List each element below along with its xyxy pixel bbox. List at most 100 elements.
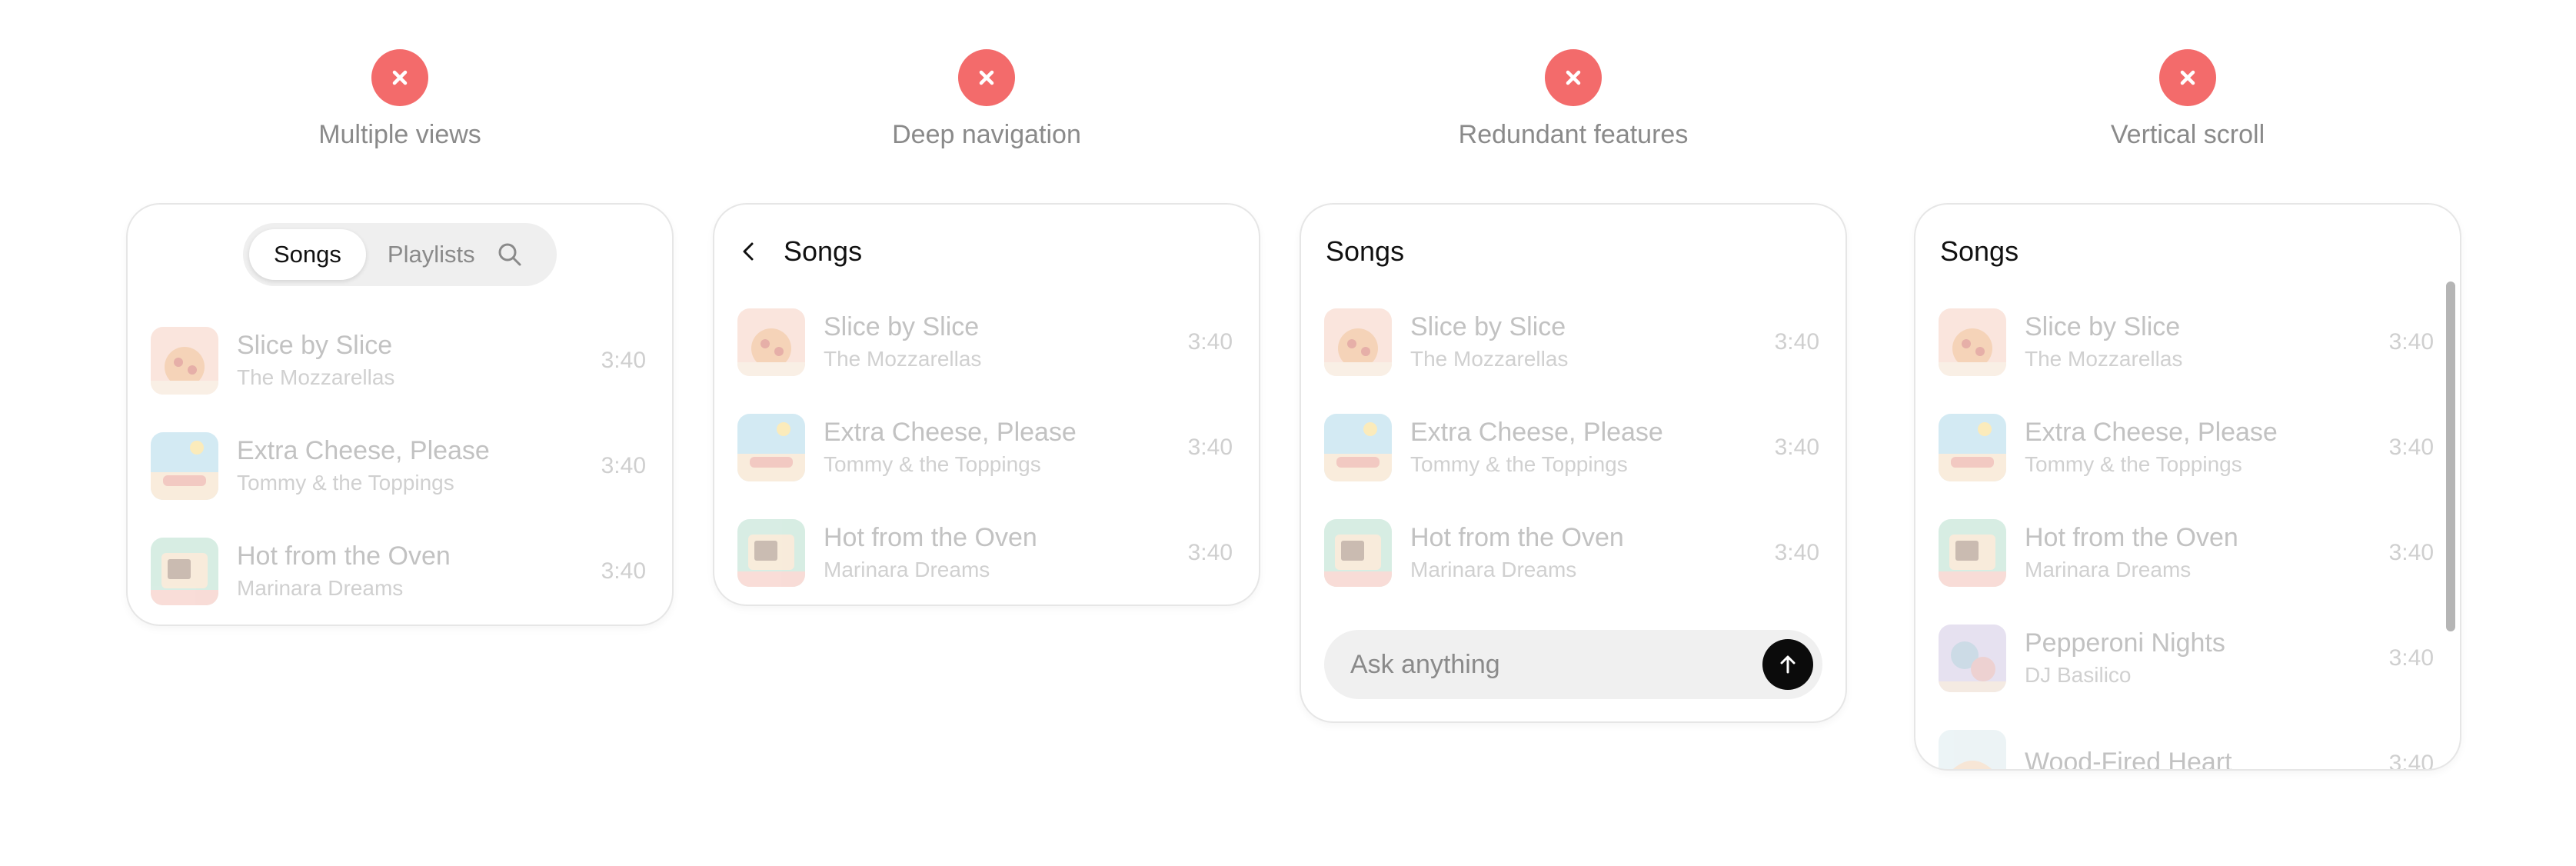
song-row[interactable]: Hot from the Oven Marinara Dreams 3:40 xyxy=(1324,500,1822,605)
song-row[interactable]: Slice by Slice The Mozzarellas 3:40 xyxy=(737,289,1236,395)
song-title: Slice by Slice xyxy=(1410,311,1566,341)
song-row[interactable]: Hot from the Oven Marinara Dreams 3:40 xyxy=(151,518,649,624)
song-title: Extra Cheese, Please xyxy=(1410,417,1663,447)
song-list: Slice by Slice The Mozzarellas 3:40 Extra… xyxy=(1324,289,1822,605)
song-title: Hot from the Oven xyxy=(1410,522,1624,552)
song-duration: 3:40 xyxy=(1774,328,1819,355)
album-art-oven xyxy=(1939,518,2006,587)
album-art-beach xyxy=(151,431,218,500)
album-art-oven xyxy=(1324,518,1392,587)
song-duration: 3:40 xyxy=(2388,434,2434,460)
song-artist: The Mozzarellas xyxy=(237,365,395,389)
album-art-wood-fired xyxy=(1939,729,2006,769)
album-art-oven xyxy=(737,518,805,587)
page-title: Songs xyxy=(1940,235,2019,267)
album-art-beach xyxy=(1939,413,2006,481)
chevron-left-icon[interactable] xyxy=(739,236,770,267)
song-artist: Tommy & the Toppings xyxy=(237,470,454,495)
tab-playlists[interactable]: Playlists xyxy=(366,241,497,268)
scrollbar[interactable] xyxy=(2446,281,2455,631)
song-row[interactable]: Slice by Slice The Mozzarellas 3:40 xyxy=(1324,289,1822,395)
song-artist: Tommy & the Toppings xyxy=(824,451,1041,476)
x-icon xyxy=(958,49,1015,106)
stage: Multiple views Songs Playlists Slice by … xyxy=(0,0,2576,866)
caption: Vertical scroll xyxy=(2110,120,2265,149)
song-row[interactable]: Extra Cheese, Please Tommy & the Toppings… xyxy=(1324,395,1822,500)
song-title: Extra Cheese, Please xyxy=(824,417,1077,447)
send-button[interactable] xyxy=(1762,639,1813,690)
song-artist: Marinara Dreams xyxy=(2025,557,2192,581)
song-row[interactable]: Pepperoni Nights DJ Basilico 3:40 xyxy=(1939,605,2437,711)
song-row[interactable]: Wood-Fired Heart 3:40 xyxy=(1939,711,2437,771)
song-row[interactable]: Slice by Slice The Mozzarellas 3:40 xyxy=(151,308,649,413)
header: Songs xyxy=(739,232,862,271)
song-row[interactable]: Slice by Slice The Mozzarellas 3:40 xyxy=(1939,289,2437,395)
song-duration: 3:40 xyxy=(601,452,646,478)
song-duration: 3:40 xyxy=(2388,328,2434,355)
song-duration: 3:40 xyxy=(601,347,646,373)
song-artist: DJ Basilico xyxy=(2025,662,2132,687)
album-art-pizza-slice xyxy=(1939,308,2006,376)
page-title: Songs xyxy=(784,235,863,267)
song-duration: 3:40 xyxy=(1187,539,1233,565)
caption: Deep navigation xyxy=(892,120,1081,149)
song-title: Hot from the Oven xyxy=(824,522,1037,552)
song-artist: Marinara Dreams xyxy=(824,557,990,581)
album-art-pizza-slice xyxy=(1324,308,1392,376)
x-icon xyxy=(1545,49,1602,106)
song-title: Slice by Slice xyxy=(2025,311,2181,341)
song-row[interactable]: Extra Cheese, Please Tommy & the Toppings… xyxy=(1939,395,2437,500)
song-duration: 3:40 xyxy=(2388,645,2434,671)
song-artist: Marinara Dreams xyxy=(237,575,404,600)
song-list: Slice by Slice The Mozzarellas 3:40 Extra… xyxy=(1939,289,2437,771)
card: Songs Playlists Slice by Slice The Mozzar… xyxy=(126,203,674,626)
album-art-oven xyxy=(151,537,218,605)
song-title: Hot from the Oven xyxy=(237,541,451,571)
segmented-control: Songs Playlists xyxy=(243,223,557,286)
song-duration: 3:40 xyxy=(1187,328,1233,355)
song-row[interactable]: Extra Cheese, Please Tommy & the Toppings… xyxy=(151,413,649,518)
song-title: Extra Cheese, Please xyxy=(2025,417,2278,447)
album-art-pepperoni xyxy=(1939,624,2006,692)
song-duration: 3:40 xyxy=(1187,434,1233,460)
header: Songs xyxy=(1940,232,2019,271)
card: Songs Slice by Slice The Mozzarellas 3:40… xyxy=(1914,203,2461,771)
song-row[interactable]: Hot from the Oven Marinara Dreams 3:40 xyxy=(1939,500,2437,605)
song-title: Extra Cheese, Please xyxy=(237,435,490,465)
song-artist: The Mozzarellas xyxy=(1410,346,1569,371)
song-title: Hot from the Oven xyxy=(2025,522,2238,552)
song-row[interactable]: Extra Cheese, Please Tommy & the Toppings… xyxy=(737,395,1236,500)
song-artist: The Mozzarellas xyxy=(824,346,982,371)
header: Songs xyxy=(1326,232,1404,271)
album-art-beach xyxy=(737,413,805,481)
song-title: Slice by Slice xyxy=(824,311,980,341)
page-title: Songs xyxy=(1326,235,1405,267)
song-list: Slice by Slice The Mozzarellas 3:40 Extra… xyxy=(151,308,649,624)
ask-bar xyxy=(1324,630,1822,699)
song-title: Pepperoni Nights xyxy=(2025,628,2225,658)
arrow-up-icon xyxy=(1780,655,1796,674)
card: Songs Slice by Slice The Mozzarellas 3:40… xyxy=(1300,203,1847,723)
song-duration: 3:40 xyxy=(1774,434,1819,460)
card: Songs Slice by Slice The Mozzarellas 3:40… xyxy=(713,203,1260,606)
tab-songs[interactable]: Songs xyxy=(249,229,366,280)
search-icon[interactable] xyxy=(497,239,528,270)
song-artist: Tommy & the Toppings xyxy=(1410,451,1628,476)
song-artist: Tommy & the Toppings xyxy=(2025,451,2242,476)
song-title: Slice by Slice xyxy=(237,330,393,360)
x-icon xyxy=(371,49,428,106)
song-duration: 3:40 xyxy=(1774,539,1819,565)
caption: Redundant features xyxy=(1458,120,1689,149)
song-duration: 3:40 xyxy=(2388,750,2434,771)
caption: Multiple views xyxy=(318,120,481,149)
album-art-pizza-slice xyxy=(737,308,805,376)
song-artist: The Mozzarellas xyxy=(2025,346,2183,371)
song-list: Slice by Slice The Mozzarellas 3:40 Extra… xyxy=(737,289,1236,605)
x-icon xyxy=(2159,49,2216,106)
album-art-beach xyxy=(1324,413,1392,481)
ask-input[interactable] xyxy=(1350,649,1762,680)
song-row[interactable]: Hot from the Oven Marinara Dreams 3:40 xyxy=(737,500,1236,605)
song-title: Wood-Fired Heart xyxy=(2025,747,2232,771)
song-artist: Marinara Dreams xyxy=(1410,557,1577,581)
song-duration: 3:40 xyxy=(2388,539,2434,565)
